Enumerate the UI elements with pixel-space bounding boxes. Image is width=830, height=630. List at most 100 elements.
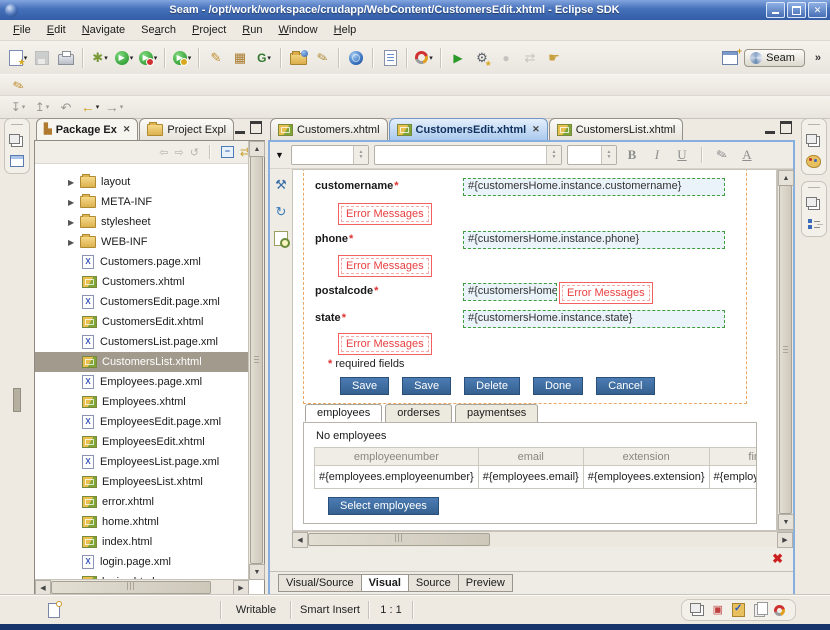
tab-paymentses[interactable]: paymentses <box>455 404 538 422</box>
external-tools-wizard-icon[interactable]: ⚙★ <box>470 46 494 70</box>
tab-visual-source[interactable]: Visual/Source <box>278 574 362 592</box>
font-size-combo[interactable]: ▲▼ <box>567 145 617 165</box>
tree-item[interactable]: login.xhtml <box>35 572 249 579</box>
error-messages-box[interactable]: Error Messages <box>559 282 653 304</box>
perspective-overflow-chevron[interactable]: » <box>815 52 820 64</box>
restore-panes-icon[interactable] <box>692 605 704 616</box>
hand-pointer-icon[interactable]: ☛ <box>542 46 566 70</box>
run-icon[interactable]: ▶▾ <box>112 46 136 70</box>
tab-source[interactable]: Source <box>408 574 459 592</box>
menu-file[interactable]: File <box>5 22 39 38</box>
new-wizard-icon[interactable]: ★▾ <box>6 46 30 70</box>
tab-customersedit-xhtml[interactable]: CustomersEdit.xhtml ✕ <box>389 118 548 140</box>
refresh-icon[interactable]: ↻ <box>276 204 287 220</box>
tree-item[interactable]: CustomersEdit.xhtml <box>35 312 249 332</box>
editor-horizontal-scrollbar[interactable]: ◀ ▶ <box>292 531 793 547</box>
close-button[interactable]: ✕ <box>808 2 827 18</box>
tree-item[interactable]: Customers.xhtml <box>35 272 249 292</box>
tree-item[interactable]: home.xhtml <box>35 512 249 532</box>
clipboard-check-icon[interactable] <box>732 603 745 617</box>
column-header[interactable]: email <box>478 448 583 466</box>
palette-icon[interactable] <box>806 155 821 168</box>
tab-preview[interactable]: Preview <box>458 574 513 592</box>
font-name-combo[interactable]: ▲▼ <box>374 145 562 165</box>
style-class-combo[interactable]: ▲▼ <box>291 145 369 165</box>
field-input-phone[interactable]: #{customersHome.instance.phone} <box>463 231 725 249</box>
perspective-seam-button[interactable]: Seam <box>744 49 805 67</box>
maximize-button[interactable] <box>787 2 806 18</box>
tab-customers-xhtml[interactable]: Customers.xhtml <box>270 118 388 140</box>
tree-item[interactable]: EmployeesList.page.xml <box>35 452 249 472</box>
column-header[interactable]: employeenumber <box>315 448 479 466</box>
design-canvas[interactable]: customername* #{customersHome.instance.c… <box>292 169 777 531</box>
menu-run[interactable]: Run <box>234 22 270 38</box>
foreground-color-icon[interactable]: ✎ <box>710 145 733 166</box>
delete-button[interactable]: Delete <box>464 377 520 395</box>
menu-window[interactable]: Window <box>270 22 325 38</box>
save-button[interactable]: Save <box>340 377 389 395</box>
sash-handle[interactable] <box>13 388 21 412</box>
pages-icon[interactable] <box>754 604 765 617</box>
collapse-all-icon[interactable]: − <box>221 146 234 158</box>
background-color-icon[interactable]: A <box>737 147 757 163</box>
save-button[interactable]: Save <box>402 377 451 395</box>
error-messages-box[interactable]: Error Messages <box>338 333 432 355</box>
new-seam-action-icon[interactable]: ✎ <box>204 46 228 70</box>
tree-item[interactable]: EmployeesEdit.xhtml <box>35 432 249 452</box>
cancel-button[interactable]: Cancel <box>596 377 654 395</box>
table-cell[interactable]: #{employees.email} <box>478 466 583 489</box>
editor-vertical-scrollbar[interactable]: ▲ ▼ <box>777 169 793 531</box>
mark-occurrences-icon[interactable]: ✎ <box>310 46 334 70</box>
web-browser-icon[interactable] <box>344 46 368 70</box>
tree-item[interactable]: ▶stylesheet <box>35 212 249 232</box>
properties-view-icon[interactable] <box>10 155 24 167</box>
tree-item[interactable]: index.html <box>35 532 249 552</box>
select-employees-button[interactable]: Select employees <box>328 497 439 515</box>
tab-customerslist-xhtml[interactable]: CustomersList.xhtml <box>549 118 684 140</box>
error-messages-box[interactable]: Error Messages <box>338 255 432 277</box>
column-header[interactable]: extension <box>583 448 709 466</box>
generate-icon[interactable]: G▾ <box>252 46 276 70</box>
tree-item[interactable]: EmployeesList.xhtml <box>35 472 249 492</box>
show-grid-icon[interactable]: ▦ <box>228 46 252 70</box>
task-icon[interactable]: ▣ <box>713 605 723 616</box>
tree-item[interactable]: ▶layout <box>35 172 249 192</box>
jboss-ring-icon[interactable] <box>774 605 785 616</box>
tree-item-selected[interactable]: CustomersList.xhtml <box>35 352 249 372</box>
tree-item[interactable]: ▶META-INF <box>35 192 249 212</box>
tab-visual[interactable]: Visual <box>361 574 409 592</box>
pen-icon[interactable]: ✎ <box>6 73 30 97</box>
tree-item[interactable]: Customers.page.xml <box>35 252 249 272</box>
tree-item[interactable]: CustomersEdit.page.xml <box>35 292 249 312</box>
tree-item[interactable]: Employees.page.xml <box>35 372 249 392</box>
done-button[interactable]: Done <box>533 377 583 395</box>
table-cell[interactable]: #{employees.employeenumber} <box>315 466 479 489</box>
open-resource-icon[interactable] <box>286 46 310 70</box>
restore-panes-icon[interactable] <box>11 136 23 147</box>
tree-item[interactable]: Employees.xhtml <box>35 392 249 412</box>
error-messages-box[interactable]: Error Messages <box>338 203 432 225</box>
jsp-page-icon[interactable] <box>378 46 402 70</box>
tree-item[interactable]: EmployeesEdit.page.xml <box>35 412 249 432</box>
maximize-editor-icon[interactable] <box>780 121 792 134</box>
jboss-tools-icon[interactable]: ▾ <box>412 46 436 70</box>
column-header[interactable]: firstname <box>709 448 757 466</box>
field-input-customername[interactable]: #{customersHome.instance.customername} <box>463 178 725 196</box>
menu-help[interactable]: Help <box>326 22 365 38</box>
print-icon[interactable] <box>54 46 78 70</box>
tab-project-explorer[interactable]: Project Expl <box>139 118 234 140</box>
tree-item[interactable]: error.xhtml <box>35 492 249 512</box>
close-icon[interactable]: ✕ <box>532 124 540 135</box>
field-input-state[interactable]: #{customersHome.instance.state} <box>463 310 725 328</box>
editor-menu-icon[interactable]: ▼ <box>275 150 284 160</box>
run-external-icon[interactable]: ▶▾ <box>136 46 160 70</box>
maximize-view-icon[interactable] <box>250 121 262 134</box>
menu-search[interactable]: Search <box>133 22 184 38</box>
tab-package-explorer[interactable]: ▙ Package Ex ✕ <box>36 118 138 140</box>
debug-icon[interactable]: ✱▾ <box>88 46 112 70</box>
tree-horizontal-scrollbar[interactable]: ◀ ▶ <box>35 579 249 595</box>
restore-panes-icon[interactable] <box>808 199 820 210</box>
tab-orderses[interactable]: orderses <box>385 404 452 422</box>
close-icon[interactable]: ✕ <box>123 124 131 135</box>
insert-mode-status[interactable]: Smart Insert <box>292 604 368 616</box>
